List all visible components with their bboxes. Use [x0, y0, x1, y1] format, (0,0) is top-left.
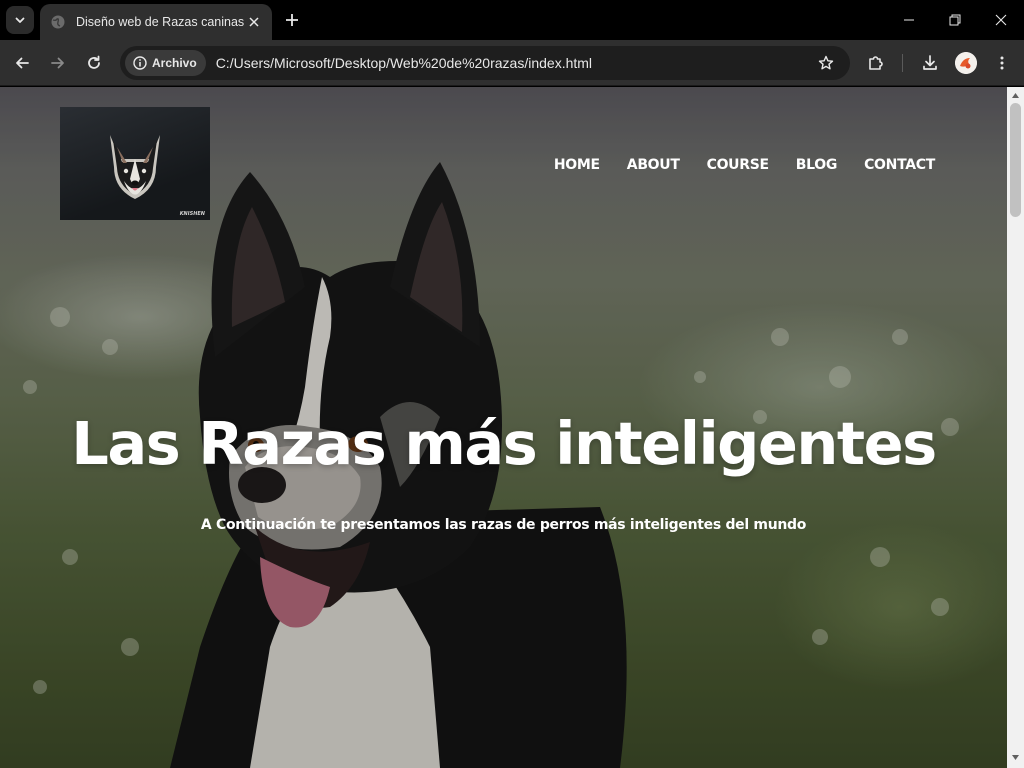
browser-menu-button[interactable]	[988, 49, 1016, 77]
nav-home[interactable]: HOME	[554, 157, 600, 173]
info-icon	[133, 56, 147, 70]
dog-head-logo-icon	[110, 135, 160, 199]
page-scrollbar[interactable]	[1007, 87, 1024, 768]
site-info-label: Archivo	[152, 56, 197, 70]
arrow-right-icon	[51, 57, 64, 69]
nav-course[interactable]: COURSE	[707, 157, 769, 173]
site-info-chip[interactable]: Archivo	[125, 50, 206, 76]
plus-icon	[286, 14, 298, 26]
browser-tab-active[interactable]: Diseño web de Razas caninas	[40, 4, 272, 40]
browser-toolbar: Archivo C:/Users/Microsoft/Desktop/Web%2…	[0, 40, 1024, 86]
arrow-left-icon	[16, 57, 29, 69]
restore-button[interactable]	[932, 0, 978, 40]
downloads-button[interactable]	[916, 49, 944, 77]
hero-section: KNISHEN HOME ABOUT COURSE BLOG CONTACT L…	[0, 87, 1007, 768]
logo-signature: KNISHEN	[179, 211, 205, 217]
nav-contact[interactable]: CONTACT	[864, 157, 935, 173]
triangle-down-icon	[1012, 755, 1019, 760]
more-vertical-icon	[1000, 56, 1004, 70]
url-text[interactable]: C:/Users/Microsoft/Desktop/Web%20de%20ra…	[216, 55, 812, 71]
scroll-thumb[interactable]	[1010, 103, 1021, 217]
profile-avatar-icon	[955, 52, 977, 74]
bookmark-button[interactable]	[812, 49, 840, 77]
tab-close-button[interactable]	[244, 12, 264, 32]
restore-icon	[949, 14, 961, 26]
star-icon	[818, 55, 834, 70]
globe-icon	[51, 15, 65, 29]
page-viewport: KNISHEN HOME ABOUT COURSE BLOG CONTACT L…	[0, 87, 1007, 768]
puzzle-icon	[869, 56, 883, 70]
reload-button[interactable]	[80, 49, 108, 77]
close-icon	[995, 14, 1007, 26]
download-icon	[923, 55, 937, 70]
back-button[interactable]	[8, 49, 36, 77]
hero-subtitle: A Continuación te presentamos las razas …	[200, 517, 807, 533]
forward-button[interactable]	[44, 49, 72, 77]
new-tab-button[interactable]	[281, 9, 303, 31]
nav-blog[interactable]: BLOG	[796, 157, 838, 173]
tab-search-button[interactable]	[6, 6, 34, 34]
main-nav: HOME ABOUT COURSE BLOG CONTACT	[554, 157, 935, 173]
browser-tab-bar: Diseño web de Razas caninas	[0, 0, 1024, 40]
minimize-button[interactable]	[886, 0, 932, 40]
close-window-button[interactable]	[978, 0, 1024, 40]
chevron-down-icon	[15, 17, 25, 23]
reload-icon	[88, 55, 100, 69]
close-icon	[249, 17, 259, 27]
tab-title: Diseño web de Razas caninas	[76, 15, 244, 29]
site-logo[interactable]: KNISHEN	[60, 107, 210, 220]
triangle-up-icon	[1012, 93, 1019, 98]
toolbar-divider	[902, 54, 903, 72]
extensions-button[interactable]	[862, 49, 890, 77]
hero-title: Las Razas más inteligentes	[71, 409, 937, 478]
minimize-icon	[904, 19, 914, 21]
scroll-down-button[interactable]	[1011, 753, 1020, 762]
scroll-up-button[interactable]	[1011, 91, 1020, 100]
nav-about[interactable]: ABOUT	[627, 157, 680, 173]
address-bar[interactable]: Archivo C:/Users/Microsoft/Desktop/Web%2…	[120, 46, 850, 80]
avatar[interactable]	[955, 52, 977, 74]
